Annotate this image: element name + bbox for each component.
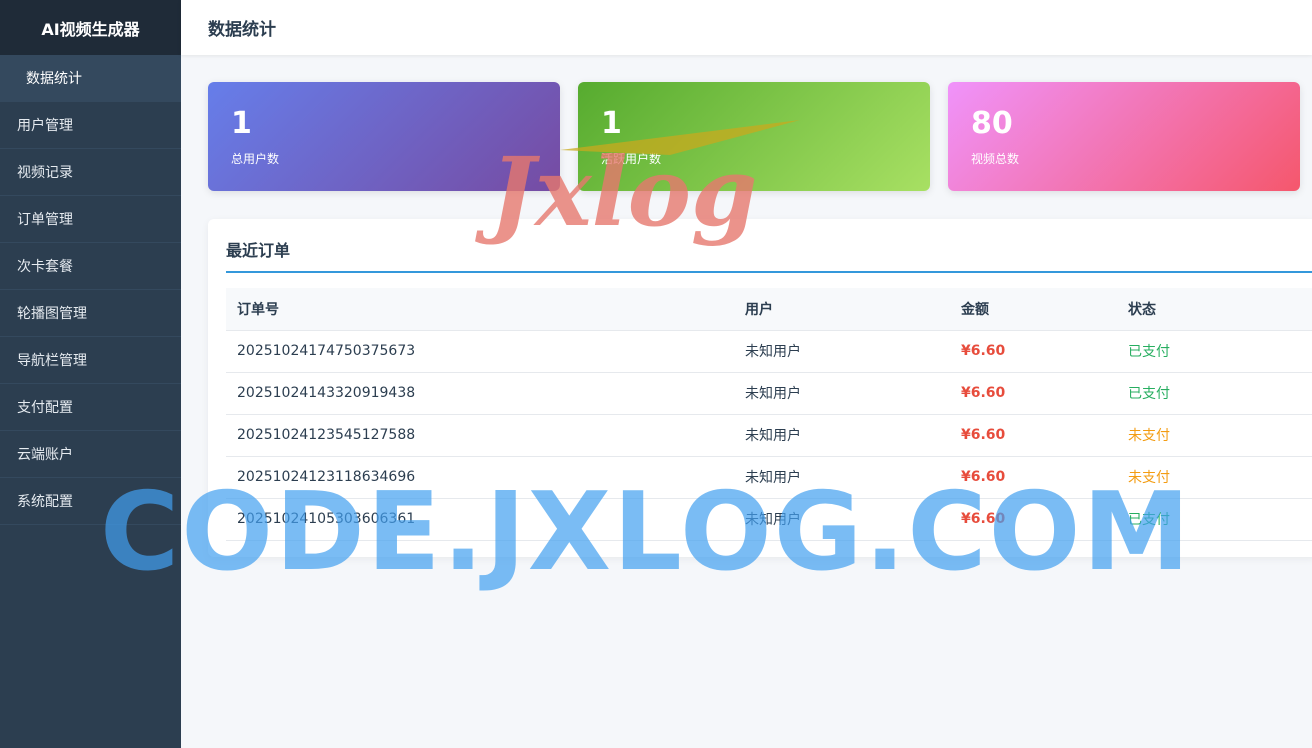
order-user: 未知用户	[745, 456, 961, 499]
stat-card-active-users: 1 活跃用户数	[578, 82, 930, 191]
stat-value: 1	[601, 106, 622, 141]
stat-label: 总用户数	[231, 152, 280, 166]
order-user: 未知用户	[745, 330, 961, 373]
page-title: 数据统计	[208, 20, 276, 40]
orders-table: 订单号 用户 金额 状态 20251024174750375673 未知用户 ¥…	[226, 288, 1312, 541]
sidebar-item-videos[interactable]: 视频记录	[0, 149, 181, 196]
stat-card-total-videos: 80 视频总数	[948, 82, 1300, 191]
stat-label: 活跃用户数	[601, 152, 662, 166]
sidebar-item-users[interactable]: 用户管理	[0, 102, 181, 149]
order-amount: ¥6.60	[961, 498, 1128, 541]
table-row: 20251024105303606361 未知用户 ¥6.60 已支付	[226, 498, 1312, 541]
table-header-row: 订单号 用户 金额 状态	[226, 288, 1312, 331]
order-id: 20251024123118634696	[226, 456, 745, 499]
column-header-order-id: 订单号	[226, 288, 745, 331]
order-status: 未支付	[1128, 414, 1312, 457]
order-status: 已支付	[1128, 498, 1312, 541]
order-id: 20251024123545127588	[226, 414, 745, 457]
app-brand: AI视频生成器	[0, 0, 181, 55]
sidebar-item-navbar[interactable]: 导航栏管理	[0, 337, 181, 384]
sidebar-item-packages[interactable]: 次卡套餐	[0, 243, 181, 290]
column-header-amount: 金额	[961, 288, 1128, 331]
order-amount: ¥6.60	[961, 414, 1128, 457]
order-user: 未知用户	[745, 498, 961, 541]
stat-value: 80	[971, 106, 1013, 141]
order-status: 已支付	[1128, 330, 1312, 373]
stat-card-total-users: 1 总用户数	[208, 82, 560, 191]
table-row: 20251024143320919438 未知用户 ¥6.60 已支付	[226, 372, 1312, 415]
column-header-user: 用户	[745, 288, 961, 331]
panel-title: 最近订单	[226, 237, 1312, 273]
order-id: 20251024105303606361	[226, 498, 745, 541]
stat-value: 1	[231, 106, 252, 141]
order-amount: ¥6.60	[961, 456, 1128, 499]
table-row: 20251024123118634696 未知用户 ¥6.60 未支付	[226, 456, 1312, 499]
order-user: 未知用户	[745, 372, 961, 415]
header: 数据统计	[181, 0, 1312, 55]
recent-orders-panel: 最近订单 订单号 用户 金额 状态 20251024174750375673 未…	[208, 219, 1312, 557]
sidebar-item-orders[interactable]: 订单管理	[0, 196, 181, 243]
sidebar-item-system[interactable]: 系统配置	[0, 478, 181, 525]
order-status: 已支付	[1128, 372, 1312, 415]
order-user: 未知用户	[745, 414, 961, 457]
order-amount: ¥6.60	[961, 372, 1128, 415]
sidebar-item-banners[interactable]: 轮播图管理	[0, 290, 181, 337]
table-row: 20251024174750375673 未知用户 ¥6.60 已支付	[226, 330, 1312, 373]
order-status: 未支付	[1128, 456, 1312, 499]
sidebar-item-cloud[interactable]: 云端账户	[0, 431, 181, 478]
order-id: 20251024174750375673	[226, 330, 745, 373]
sidebar-item-payment[interactable]: 支付配置	[0, 384, 181, 431]
column-header-status: 状态	[1128, 288, 1312, 331]
order-id: 20251024143320919438	[226, 372, 745, 415]
order-amount: ¥6.60	[961, 330, 1128, 373]
sidebar-item-stats[interactable]: 数据统计	[0, 55, 181, 102]
sidebar: AI视频生成器 数据统计 用户管理 视频记录 订单管理 次卡套餐 轮播图管理 导…	[0, 0, 181, 748]
stat-label: 视频总数	[971, 152, 1020, 166]
table-row: 20251024123545127588 未知用户 ¥6.60 未支付	[226, 414, 1312, 457]
